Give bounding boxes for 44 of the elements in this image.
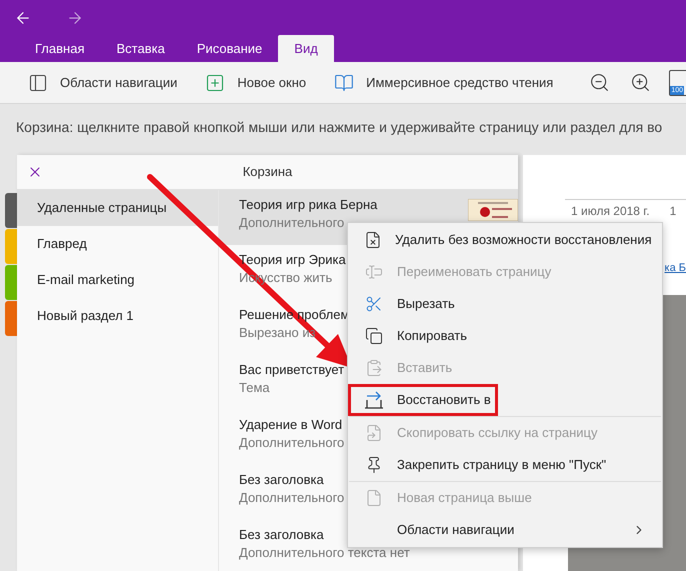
copy-icon bbox=[365, 327, 383, 345]
paste-icon bbox=[365, 359, 383, 377]
panel-icon bbox=[28, 72, 48, 92]
link-page-icon bbox=[365, 424, 383, 442]
ribbon-tab[interactable]: Рисование bbox=[180, 35, 278, 62]
menu-item[interactable]: Области навигации bbox=[348, 514, 662, 546]
page-title: Решение проблем bbox=[239, 307, 350, 323]
zoom-out-icon bbox=[589, 72, 610, 93]
page-title: Вас приветствует bbox=[239, 362, 344, 378]
page-subtitle: Дополнительного bbox=[239, 435, 344, 451]
page-subtitle: Дополнительного bbox=[239, 490, 344, 506]
page-subtitle: Тема bbox=[239, 380, 271, 396]
info-text: Корзина: щелкните правой кнопкой мыши или нажмите и удерживайте страницу или раздел для во bbox=[16, 118, 662, 137]
page-title: Без заголовка bbox=[239, 472, 325, 488]
book-icon bbox=[334, 72, 354, 92]
page-date: 1 июля 2018 г. bbox=[571, 203, 650, 220]
section-item[interactable]: Удаленные страницы bbox=[17, 190, 218, 226]
page-link[interactable]: ка Б bbox=[664, 260, 686, 276]
delete-page-icon bbox=[364, 231, 382, 249]
page-title: Ударение в Word bbox=[239, 417, 344, 433]
ribbon-tab[interactable]: Вид bbox=[278, 35, 334, 62]
section-item[interactable]: E-mail marketing bbox=[17, 262, 218, 298]
menu-item[interactable]: Восстановить в bbox=[348, 384, 498, 416]
toolbar-button[interactable]: Области навигации bbox=[14, 62, 192, 103]
ribbon-tab[interactable]: Главная bbox=[19, 35, 100, 62]
section-item[interactable]: Главред bbox=[17, 226, 218, 262]
zoom-in-icon bbox=[630, 72, 652, 93]
toolbar-button[interactable]: Иммерсивное средство чтения bbox=[320, 62, 568, 103]
menu-item[interactable]: Закрепить страницу в меню "Пуск" bbox=[348, 449, 662, 481]
scissors-icon bbox=[365, 295, 383, 313]
panel-title: Корзина bbox=[242, 163, 292, 182]
page-time: 1 bbox=[670, 203, 676, 220]
page-title: Теория игр Эрика bbox=[239, 252, 346, 268]
page-icon bbox=[365, 489, 383, 507]
menu-item[interactable]: Копировать bbox=[348, 320, 662, 352]
ribbon-tab[interactable]: Вставка bbox=[100, 35, 181, 62]
section-item[interactable]: Новый раздел 1 bbox=[17, 298, 218, 334]
new-window-icon bbox=[205, 72, 226, 92]
rename-icon bbox=[365, 263, 383, 281]
toolbar-button[interactable]: Новое окно bbox=[191, 62, 320, 103]
menu-item[interactable]: Вырезать bbox=[348, 288, 662, 320]
restore-icon bbox=[364, 391, 384, 409]
page-title: Теория игр рика Берна bbox=[239, 197, 378, 213]
page-subtitle: Дополнительного bbox=[239, 215, 346, 231]
